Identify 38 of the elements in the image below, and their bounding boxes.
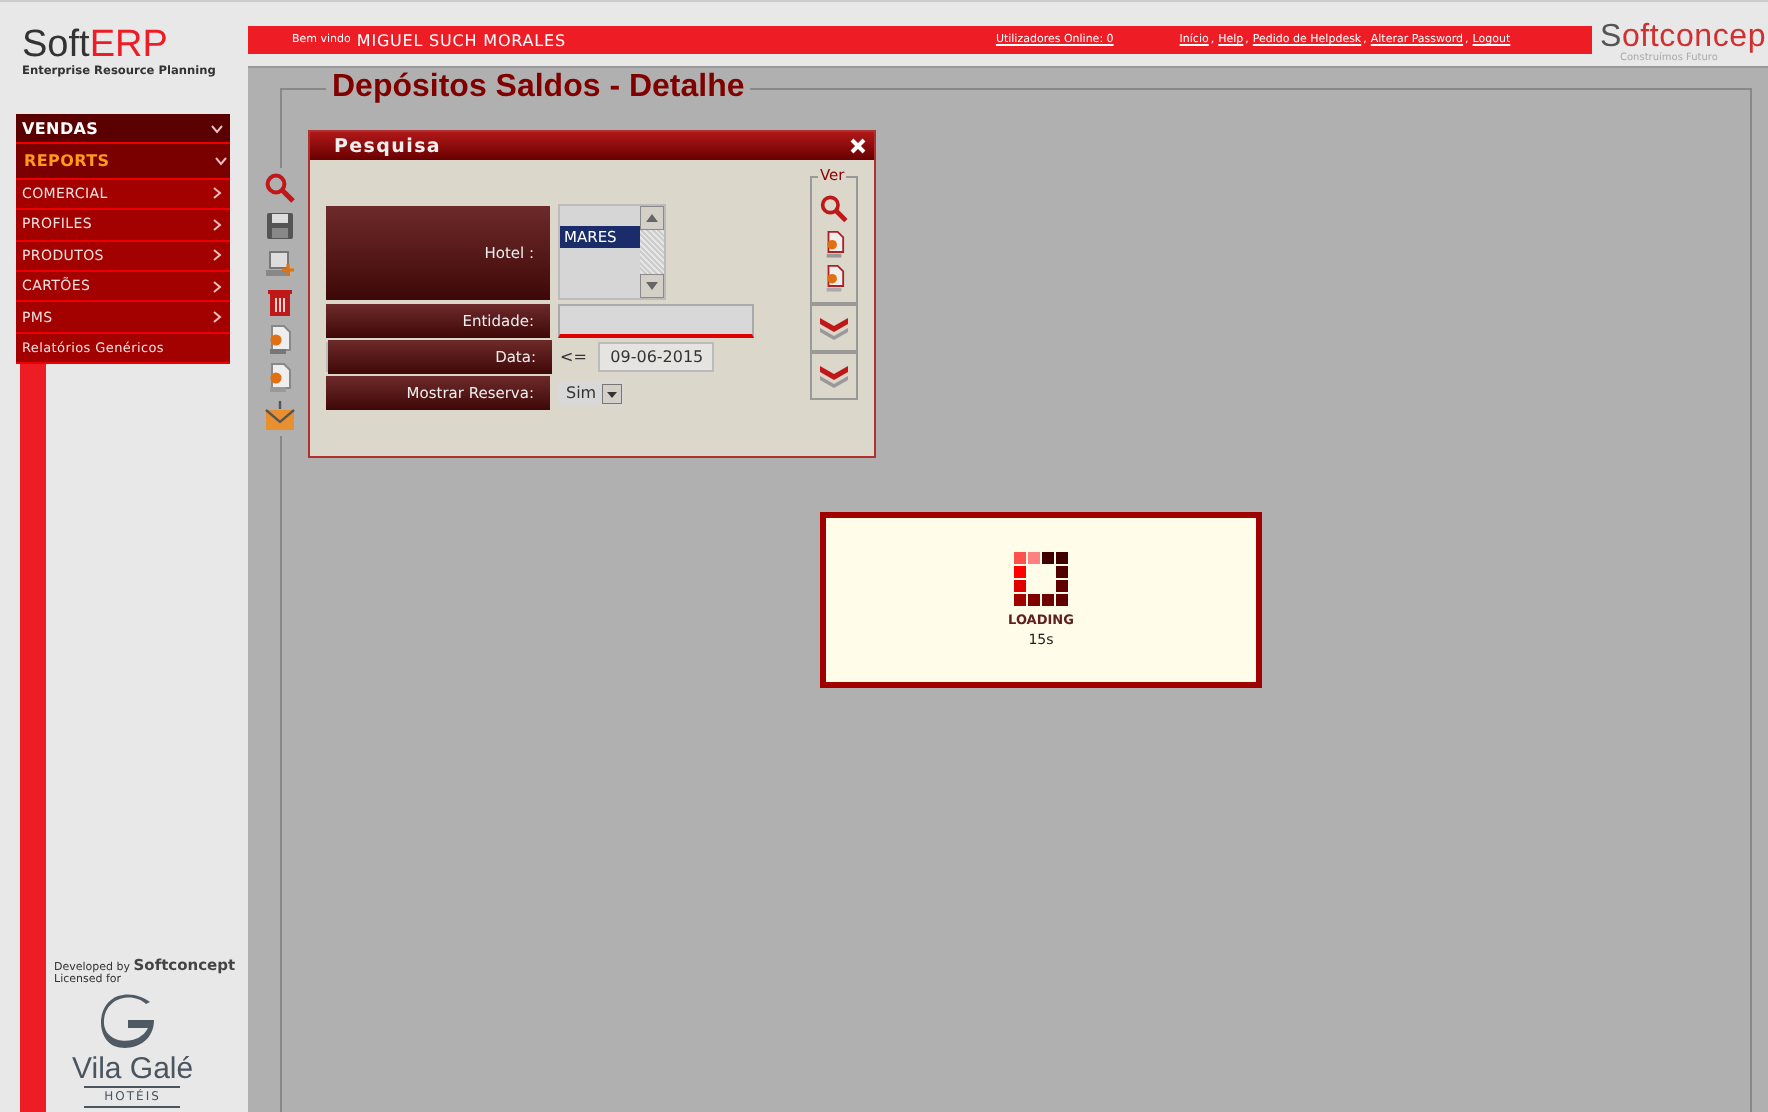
- chevron-right-icon: [210, 279, 224, 294]
- envelope-icon[interactable]: [264, 400, 296, 432]
- search-icon[interactable]: [264, 172, 296, 204]
- chevron-right-icon: [210, 248, 224, 263]
- chevron-right-icon: [210, 310, 224, 325]
- computer-plus-icon[interactable]: [264, 248, 296, 280]
- pdf-file-icon[interactable]: [264, 324, 296, 356]
- page-title: Depósitos Saldos - Detalhe: [326, 70, 751, 106]
- pdf-file-icon[interactable]: [822, 229, 846, 259]
- client-logo-text: Vila Galé: [72, 1052, 194, 1086]
- date-field[interactable]: 09-06-2015: [598, 342, 715, 372]
- reservation-dropdown[interactable]: Sim: [558, 381, 625, 405]
- logo-text: SoftERP: [22, 26, 168, 66]
- loading-spinner-icon: [1013, 552, 1069, 608]
- expand-button[interactable]: [810, 352, 858, 400]
- dialog-title: Pesquisa: [334, 135, 442, 157]
- double-chevron-down-icon: [818, 364, 850, 388]
- scroll-down-icon[interactable]: [640, 274, 664, 298]
- chevron-down-icon: [214, 154, 228, 169]
- menu-item[interactable]: VENDAS: [16, 114, 230, 145]
- entity-field[interactable]: [558, 304, 754, 338]
- chevron-down-icon: [210, 121, 224, 136]
- csv-file-icon[interactable]: [264, 362, 296, 394]
- menu-item[interactable]: REPORTS: [16, 144, 230, 180]
- trash-icon[interactable]: [264, 286, 296, 318]
- chevron-right-icon: [210, 217, 224, 232]
- close-icon[interactable]: [850, 138, 866, 154]
- operator-text: <=: [560, 348, 587, 366]
- scrollbar[interactable]: [640, 206, 664, 298]
- double-chevron-down-icon: [818, 316, 850, 340]
- scroll-up-icon[interactable]: [640, 206, 664, 230]
- expand-button[interactable]: [810, 304, 858, 352]
- search-icon[interactable]: [818, 194, 850, 224]
- dropdown-arrow-icon: [602, 383, 623, 403]
- brand-logo-text: Softconcep: [1600, 24, 1768, 52]
- chevron-right-icon: [210, 186, 224, 201]
- user-name: MIGUEL SUCH MORALES: [356, 31, 566, 49]
- csv-file-icon[interactable]: [822, 264, 846, 295]
